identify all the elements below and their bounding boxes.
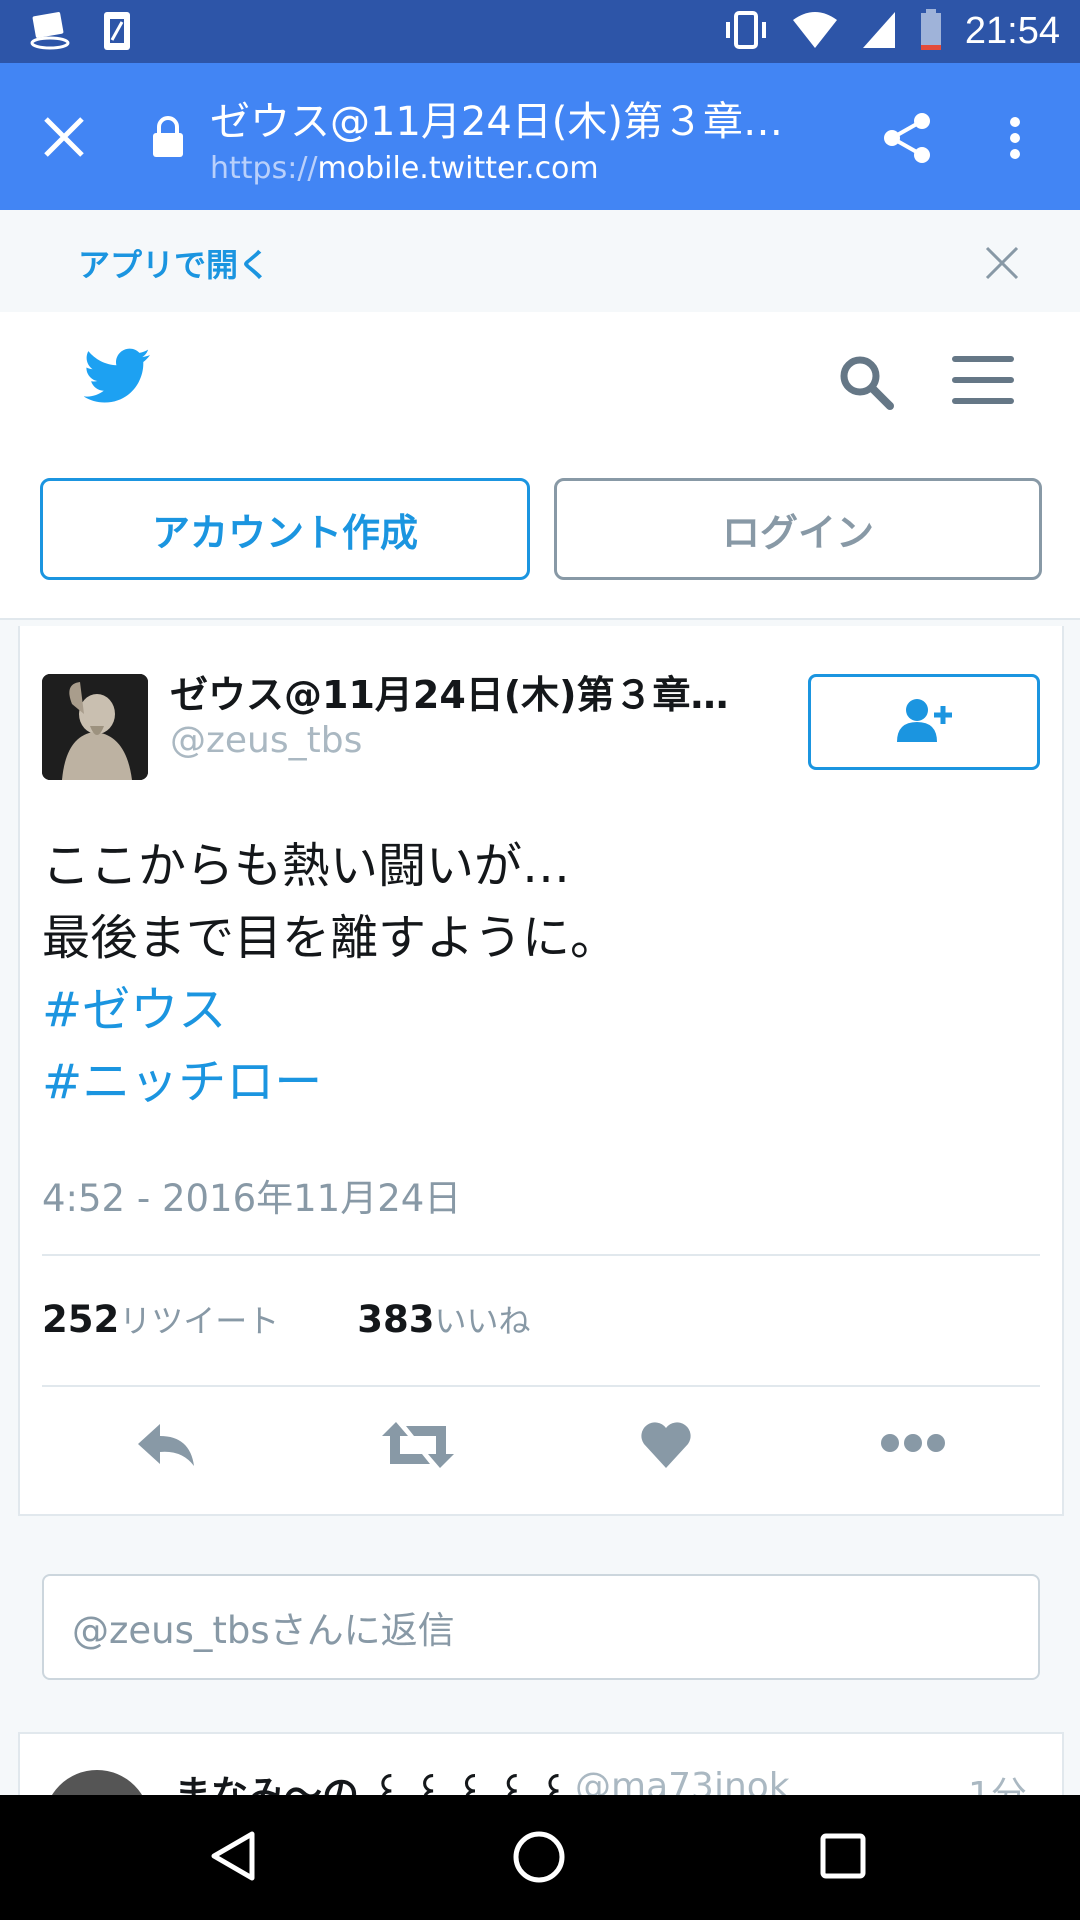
home-icon[interactable]	[512, 1830, 566, 1888]
close-icon[interactable]	[40, 113, 88, 161]
next-tweet-time: 1分	[968, 1766, 1027, 1795]
reply-input[interactable]: @zeus_tbsさんに返信	[42, 1574, 1040, 1680]
next-tweet-author-handle[interactable]: @ma73inok	[575, 1766, 790, 1795]
share-icon[interactable]	[882, 111, 934, 169]
like-stat[interactable]: 383いいね	[357, 1296, 530, 1342]
tweet-timestamp[interactable]: 4:52 - 2016年11月24日	[42, 1168, 461, 1222]
wifi-icon	[791, 10, 839, 54]
retweet-label: リツイート	[119, 1302, 280, 1340]
open-in-app-link[interactable]: アプリで開く	[78, 240, 270, 286]
next-tweet-author-name[interactable]: まなみ〜の ꒰ ꒰ ꒰ ꒰ ꒰	[174, 1764, 568, 1795]
avatar[interactable]	[42, 674, 148, 780]
tweet-author-name[interactable]: ゼウス@11月24日(木)第３章放…	[170, 664, 750, 719]
follow-button[interactable]	[808, 674, 1040, 770]
back-icon[interactable]	[210, 1830, 256, 1886]
next-tweet-card: まなみ〜の ꒰ ꒰ ꒰ ꒰ ꒰ @ma73inok 1分	[18, 1732, 1064, 1795]
like-count: 383	[357, 1298, 435, 1341]
navigation-bar	[0, 1795, 1080, 1920]
divider	[42, 1254, 1040, 1256]
page-url: https://mobile.twitter.com	[210, 151, 599, 186]
auth-buttons: アカウント作成 ログイン	[0, 478, 1080, 580]
like-label: いいね	[434, 1302, 531, 1340]
url-protocol: https://	[210, 151, 318, 186]
page-title: ゼウス@11月24日(木)第３章…	[210, 99, 784, 145]
url-host: mobile.twitter.com	[317, 151, 599, 186]
hamburger-menu-icon[interactable]	[952, 354, 1014, 410]
tweet-text-line: 最後まで目を離すように。	[42, 910, 619, 966]
notification-icon	[28, 10, 72, 56]
custom-tab-toolbar: ゼウス@11月24日(木)第３章… https://mobile.twitter…	[0, 63, 1080, 210]
divider	[42, 1385, 1040, 1387]
tweet-author-handle[interactable]: @zeus_tbs	[170, 720, 362, 761]
like-icon[interactable]	[640, 1420, 692, 1474]
signal-icon	[861, 10, 897, 54]
avatar[interactable]	[44, 1770, 150, 1795]
tweet-text: ここからも熱い闘いが… 最後まで目を離すように。 #ゼウス #ニッチロー	[42, 830, 1042, 1118]
dismiss-banner-icon[interactable]	[985, 246, 1019, 284]
search-icon[interactable]	[836, 352, 896, 416]
site-header	[0, 312, 1080, 452]
login-button[interactable]: ログイン	[554, 478, 1042, 580]
sim-icon	[102, 10, 132, 56]
battery-icon	[919, 8, 943, 55]
retweet-count: 252	[42, 1298, 120, 1341]
retweet-icon[interactable]	[382, 1420, 454, 1474]
overflow-menu-icon[interactable]	[1008, 116, 1022, 164]
tweet-stats: 252リツイート 383いいね	[42, 1296, 531, 1342]
recent-apps-icon[interactable]	[820, 1833, 866, 1883]
reply-icon[interactable]	[136, 1420, 196, 1474]
retweet-stat[interactable]: 252リツイート	[42, 1296, 279, 1342]
vibrate-icon	[723, 10, 769, 54]
hashtag-link[interactable]: #ゼウス	[42, 974, 1042, 1046]
tweet-text-line: ここからも熱い闘いが…	[42, 838, 571, 894]
clock: 21:54	[964, 10, 1060, 52]
more-options-icon[interactable]	[880, 1430, 946, 1460]
signup-button[interactable]: アカウント作成	[40, 478, 530, 580]
twitter-bird-icon[interactable]	[83, 348, 152, 408]
status-bar: 21:54	[0, 0, 1080, 63]
follow-user-icon	[895, 698, 953, 746]
lock-icon	[150, 115, 186, 163]
hashtag-link[interactable]: #ニッチロー	[42, 1046, 1042, 1118]
open-in-app-banner: アプリで開く	[0, 210, 1080, 312]
